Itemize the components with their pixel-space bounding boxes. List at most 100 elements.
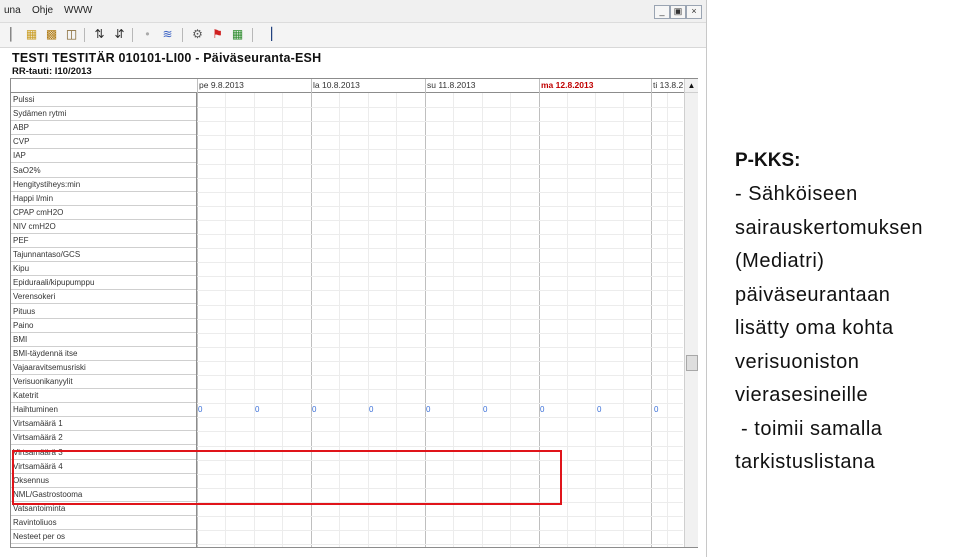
row-label[interactable]: BMI xyxy=(11,333,196,347)
menu-item-una[interactable]: una xyxy=(4,5,21,16)
annotation-heading: P-KKS: xyxy=(735,150,801,171)
date-column-header[interactable]: pe 9.8.2013 xyxy=(199,80,244,90)
page-title: TESTI TESTITÄR 010101-LI00 - Päiväseuran… xyxy=(12,51,322,65)
grid-line xyxy=(667,93,668,547)
row-label[interactable]: Katetrit xyxy=(11,389,196,404)
row-label[interactable]: Verensokeri xyxy=(11,290,196,305)
folder-icon[interactable]: ◫ xyxy=(64,27,79,42)
row-label[interactable]: Nesteet per os xyxy=(11,530,196,545)
row-grid-line xyxy=(197,149,683,151)
row-grid-line xyxy=(197,403,683,405)
date-column-header-today[interactable]: ma 12.8.2013 xyxy=(541,80,593,90)
row-grid-line xyxy=(197,304,683,306)
row-label[interactable]: IAP xyxy=(11,149,196,164)
haihtuminen-value[interactable]: 0 xyxy=(255,405,259,414)
row-grid-line xyxy=(197,530,683,532)
row-label[interactable]: Epiduraali/kipupumppu xyxy=(11,276,196,291)
graph-icon[interactable]: ≋ xyxy=(160,27,175,42)
row-label[interactable]: CVP xyxy=(11,135,196,150)
row-label[interactable]: Hengitystiheys:min xyxy=(11,178,196,192)
row-label[interactable]: Virtsamäärä 1 xyxy=(11,417,196,432)
row-grid-line xyxy=(197,290,683,292)
annotation-line: tarkistuslistana xyxy=(735,451,876,473)
row-label[interactable]: Kipu xyxy=(11,262,196,277)
row-label[interactable]: NIV cmH2O xyxy=(11,220,196,234)
toolbar: │ ▦ ▩ ◫ ⇅ ⇵ • ≋ ⚙ ⚑ ▦ ▕ xyxy=(0,23,706,48)
settings-icon[interactable]: ⚙ xyxy=(190,27,205,42)
row-grid-line xyxy=(197,417,683,419)
haihtuminen-value[interactable]: 0 xyxy=(426,405,430,414)
haihtuminen-value[interactable]: 0 xyxy=(369,405,373,414)
annotation-line: lisätty oma kohta xyxy=(735,317,894,339)
merge-icon[interactable]: ⇵ xyxy=(112,27,127,42)
row-grid-line xyxy=(197,431,683,433)
scroll-up-icon[interactable]: ▲ xyxy=(685,79,698,93)
menu-bar: una Ohje WWW _ ▣ × xyxy=(0,0,706,23)
row-grid-line xyxy=(197,332,683,334)
row-label[interactable]: Verisuonikanyylit xyxy=(11,375,196,389)
row-grid-line xyxy=(197,389,683,391)
disabled-icon[interactable]: • xyxy=(140,27,155,42)
chart-icon[interactable]: ▕ xyxy=(260,27,275,42)
row-label[interactable]: Paino xyxy=(11,319,196,333)
row-grid-line xyxy=(197,121,683,123)
row-label[interactable]: ABP xyxy=(11,121,196,136)
row-grid-line xyxy=(197,445,683,447)
vertical-scrollbar[interactable]: ▲ xyxy=(684,79,698,547)
haihtuminen-value[interactable]: 0 xyxy=(540,405,544,414)
annotation-line: (Mediatri) xyxy=(735,250,825,272)
annotation-line: päiväseurantaan xyxy=(735,284,891,306)
date-header: pe 9.8.2013 la 10.8.2013 su 11.8.2013 ma… xyxy=(11,79,697,93)
row-grid-line xyxy=(197,163,683,165)
date-column-header[interactable]: la 10.8.2013 xyxy=(313,80,360,90)
row-label[interactable]: Happi l/min xyxy=(11,192,196,206)
row-label[interactable]: Tajunnantaso/GCS xyxy=(11,248,196,263)
grid-line xyxy=(567,93,568,547)
grid-line xyxy=(595,93,596,547)
building-icon[interactable]: ▩ xyxy=(44,27,59,42)
haihtuminen-value[interactable]: 0 xyxy=(597,405,601,414)
annotation-line: sairauskertomuksen xyxy=(735,217,923,239)
date-column-header[interactable]: su 11.8.2013 xyxy=(427,80,476,90)
haihtuminen-value[interactable]: 0 xyxy=(312,405,316,414)
open-folder-icon[interactable]: ▦ xyxy=(24,27,39,42)
row-grid-line xyxy=(197,205,683,207)
row-label[interactable]: SaO2% xyxy=(11,164,196,178)
row-grid-line xyxy=(197,107,683,109)
row-label[interactable]: CPAP cmH2O xyxy=(11,206,196,220)
minimize-button[interactable]: _ xyxy=(654,5,670,19)
row-label[interactable]: Pulssi xyxy=(11,93,196,107)
split-icon[interactable]: ⇅ xyxy=(92,27,107,42)
row-grid-line xyxy=(197,346,683,348)
flag-icon[interactable]: ⚑ xyxy=(210,27,225,42)
toolbar-edge-icon: │ xyxy=(7,27,16,41)
menu-item-www[interactable]: WWW xyxy=(64,5,92,16)
close-icon: × xyxy=(691,6,697,16)
scroll-thumb[interactable] xyxy=(686,355,698,371)
table-icon[interactable]: ▦ xyxy=(230,27,245,42)
toolbar-separator xyxy=(132,28,133,42)
annotation-line: - toimii samalla xyxy=(735,418,883,440)
close-button[interactable]: × xyxy=(686,5,702,19)
haihtuminen-value[interactable]: 0 xyxy=(198,405,202,414)
menu-item-ohje[interactable]: Ohje xyxy=(32,5,53,16)
date-column-header[interactable]: ti 13.8.2 xyxy=(653,80,683,90)
row-label[interactable]: Virtsamäärä 2 xyxy=(11,431,196,446)
haihtuminen-value[interactable]: 0 xyxy=(483,405,487,414)
row-label[interactable]: Ravintoliuos xyxy=(11,516,196,530)
app-window: una Ohje WWW _ ▣ × │ ▦ ▩ ◫ ⇅ ⇵ • ≋ ⚙ ⚑ ▦… xyxy=(0,0,707,557)
grid-line xyxy=(623,93,624,547)
restore-button[interactable]: ▣ xyxy=(670,5,686,19)
row-label[interactable]: Haihtuminen xyxy=(11,403,196,418)
row-grid-line xyxy=(197,375,683,376)
row-label[interactable]: Vajaaravitsemusriski xyxy=(11,361,196,375)
row-grid-line xyxy=(197,135,683,137)
toolbar-separator xyxy=(84,28,85,42)
row-label[interactable]: PEF xyxy=(11,234,196,248)
row-label[interactable]: BMI-täydennä itse xyxy=(11,347,196,361)
minimize-icon: _ xyxy=(659,6,665,16)
row-grid-line xyxy=(197,516,683,517)
haihtuminen-value[interactable]: 0 xyxy=(654,405,658,414)
row-label[interactable]: Sydämen rytmi xyxy=(11,107,196,122)
row-label[interactable]: Pituus xyxy=(11,305,196,319)
